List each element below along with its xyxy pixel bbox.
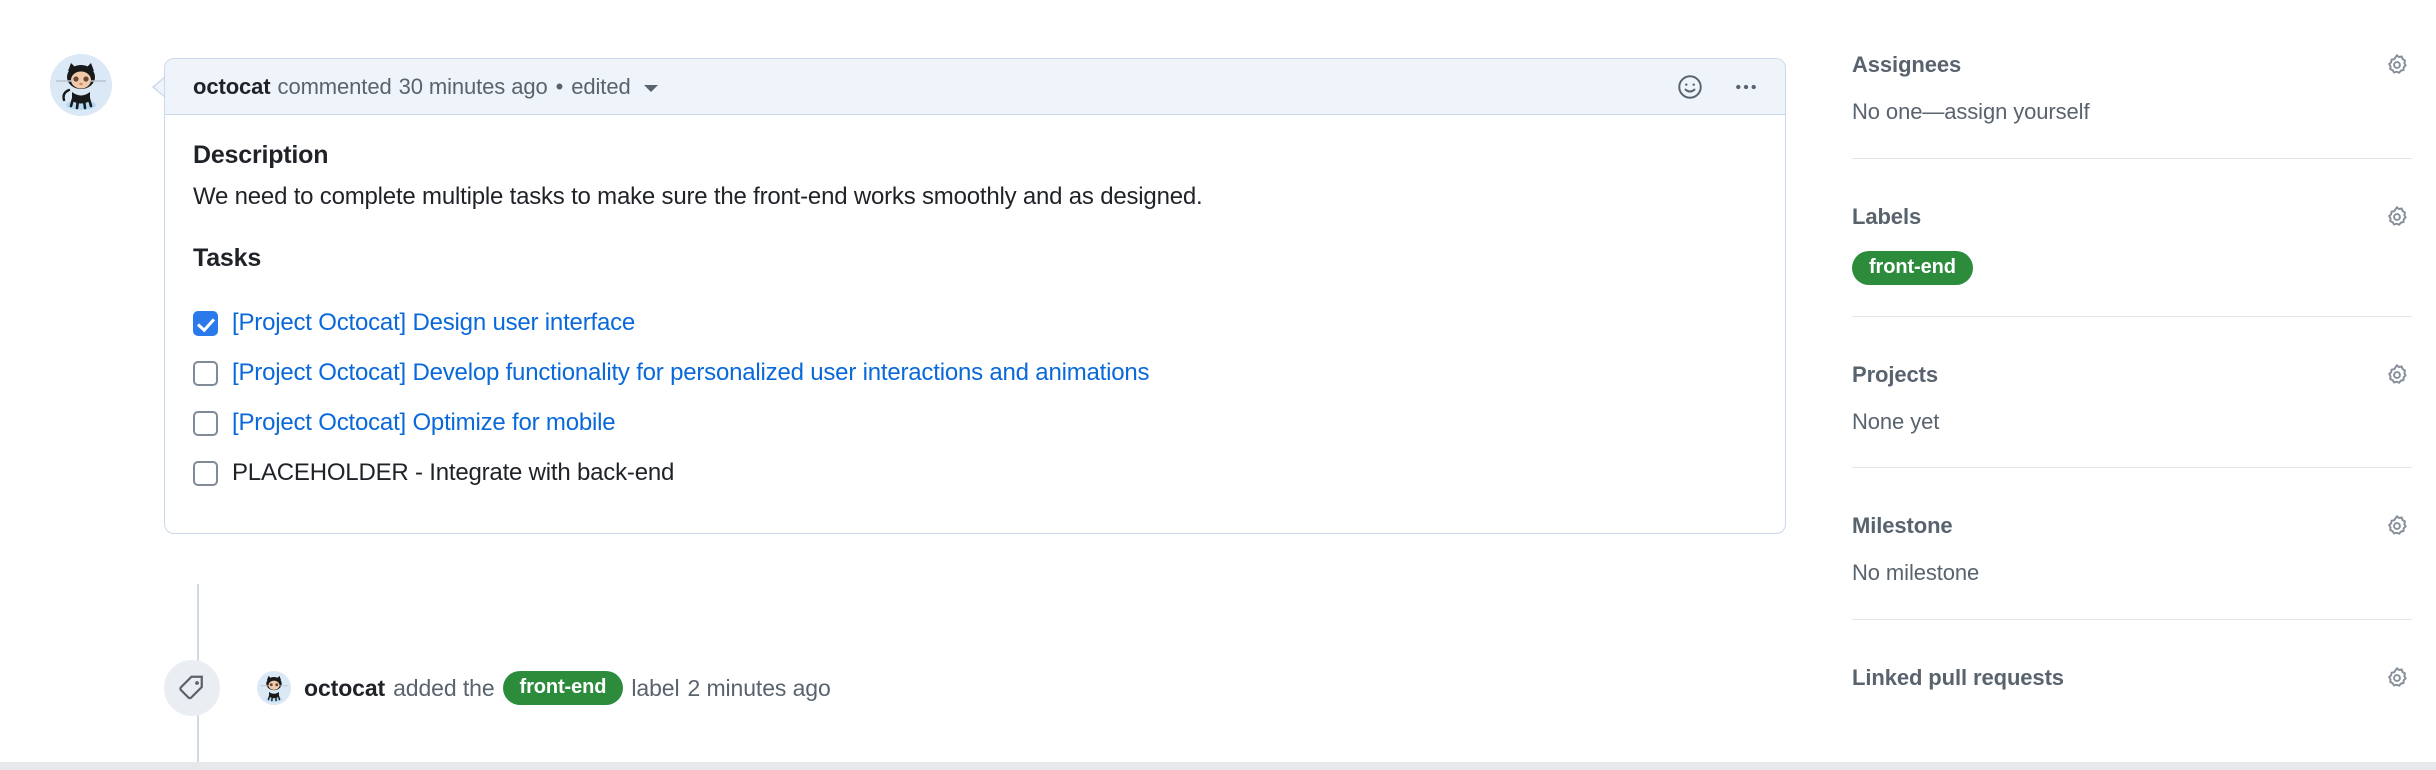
timeline-event-label-added: octocat added the front-end label 2 minu… — [164, 660, 831, 716]
edited-label[interactable]: edited — [571, 74, 630, 100]
chevron-down-icon[interactable] — [644, 85, 658, 92]
timeline-timestamp[interactable]: 2 minutes ago — [687, 675, 830, 702]
sidebar-section-title: Linked pull requests — [1852, 665, 2064, 691]
task-checkbox[interactable] — [193, 461, 218, 486]
sidebar-divider — [1852, 619, 2412, 620]
sidebar-section-header: Linked pull requests — [1852, 661, 2412, 695]
gear-icon[interactable] — [2382, 202, 2412, 232]
gear-icon[interactable] — [2382, 511, 2412, 541]
comment-author[interactable]: octocat — [193, 74, 271, 100]
sidebar-section-header: Milestone — [1852, 509, 2412, 543]
task-item: PLACEHOLDER - Integrate with back-end — [193, 449, 1757, 499]
octocat-avatar-small[interactable] — [257, 671, 291, 705]
octocat-avatar[interactable] — [50, 54, 112, 116]
timeline-action-suffix: label — [631, 675, 679, 702]
comment-header: octocat commented 30 minutes ago • edite… — [165, 59, 1785, 115]
sidebar-assignees-value[interactable]: No one—assign yourself — [1852, 98, 2412, 127]
smiley-icon[interactable] — [1673, 70, 1707, 104]
timeline-author[interactable]: octocat — [304, 675, 385, 702]
sidebar-section-title: Milestone — [1852, 513, 1953, 539]
gear-icon[interactable] — [2382, 360, 2412, 390]
sidebar-section-title: Projects — [1852, 362, 1938, 388]
sidebar-section-header: Assignees — [1852, 48, 2412, 82]
comment-header-actions — [1673, 70, 1763, 104]
description-heading: Description — [193, 141, 1757, 170]
sidebar-section-title: Assignees — [1852, 52, 1961, 78]
gear-icon[interactable] — [2382, 663, 2412, 693]
task-checkbox[interactable] — [193, 311, 218, 336]
task-item: [Project Octocat] Optimize for mobile — [193, 399, 1757, 449]
sidebar-section-projects: Projects None yet — [1852, 358, 2412, 473]
sidebar-section-milestone: Milestone No milestone — [1852, 509, 2412, 624]
task-label[interactable]: [Project Octocat] Design user interface — [232, 309, 635, 338]
sidebar-divider — [1852, 467, 2412, 468]
gear-icon[interactable] — [2382, 50, 2412, 80]
task-label: PLACEHOLDER - Integrate with back-end — [232, 459, 674, 488]
task-label[interactable]: [Project Octocat] Optimize for mobile — [232, 409, 615, 438]
sidebar-section-labels: Labels front-end — [1852, 200, 2412, 321]
comment-body: Description We need to complete multiple… — [165, 115, 1785, 533]
tag-icon — [164, 660, 220, 716]
sidebar-projects-value: None yet — [1852, 408, 2412, 437]
comment-box: octocat commented 30 minutes ago • edite… — [164, 58, 1786, 534]
sidebar-milestone-value: No milestone — [1852, 559, 2412, 588]
main-column: octocat commented 30 minutes ago • edite… — [0, 0, 1800, 770]
sidebar-section-assignees: Assignees No one—assign yourself — [1852, 48, 2412, 163]
description-text: We need to complete multiple tasks to ma… — [193, 180, 1757, 214]
issue-sidebar: Assignees No one—assign yourself Labels — [1852, 48, 2412, 699]
timeline-action-prefix: added the — [393, 675, 494, 702]
kebab-menu-icon[interactable] — [1729, 70, 1763, 104]
bottom-divider — [0, 762, 2436, 770]
tasks-heading: Tasks — [193, 244, 1757, 273]
timeline-label-badge[interactable]: front-end — [503, 671, 624, 705]
task-item: [Project Octocat] Develop functionality … — [193, 349, 1757, 399]
sidebar-labels-list: front-end — [1852, 251, 2412, 285]
task-label[interactable]: [Project Octocat] Develop functionality … — [232, 359, 1149, 388]
sidebar-section-header: Projects — [1852, 358, 2412, 392]
task-checkbox[interactable] — [193, 411, 218, 436]
task-list: [Project Octocat] Design user interface … — [193, 299, 1757, 499]
sidebar-divider — [1852, 316, 2412, 317]
comment-meta: octocat commented 30 minutes ago • edite… — [193, 74, 658, 100]
sidebar-label-badge[interactable]: front-end — [1852, 251, 1973, 285]
sidebar-section-header: Labels — [1852, 200, 2412, 234]
task-item: [Project Octocat] Design user interface — [193, 299, 1757, 349]
meta-separator: • — [555, 74, 565, 100]
sidebar-section-linked-pull-requests: Linked pull requests — [1852, 661, 2412, 699]
sidebar-divider — [1852, 158, 2412, 159]
comment-timestamp[interactable]: 30 minutes ago — [399, 74, 548, 100]
issue-page: octocat commented 30 minutes ago • edite… — [0, 0, 2436, 770]
comment-action: commented — [278, 74, 392, 100]
sidebar-section-title: Labels — [1852, 204, 1921, 230]
task-checkbox[interactable] — [193, 361, 218, 386]
timeline-text: octocat added the front-end label 2 minu… — [304, 671, 831, 705]
